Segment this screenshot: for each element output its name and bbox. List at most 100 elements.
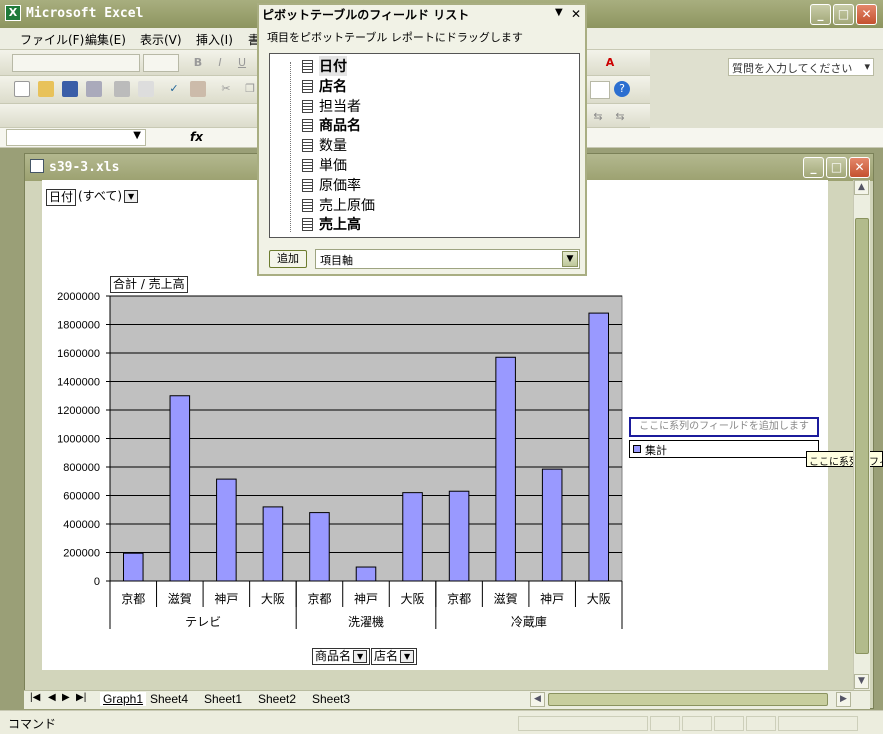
status-cell <box>650 716 680 731</box>
new-file-icon[interactable] <box>14 81 30 97</box>
pivot-field-list: ピボットテーブルのフィールド リスト ▼ ✕ 項目をピボットテーブル レポートに… <box>257 3 587 276</box>
scroll-up-icon[interactable]: ▲ <box>854 180 869 195</box>
vertical-scroll-thumb[interactable] <box>855 218 869 654</box>
minimize-icon[interactable]: _ <box>810 4 831 25</box>
font-name-combo[interactable] <box>12 54 140 72</box>
status-cell <box>746 716 776 731</box>
name-box[interactable]: ▼ <box>6 129 146 146</box>
bold-icon[interactable]: B <box>190 55 206 71</box>
tab-sheet3[interactable]: Sheet3 <box>312 692 350 706</box>
status-text: コマンド <box>8 717 57 731</box>
legend[interactable]: 集計 <box>629 440 819 458</box>
italic-icon[interactable]: I <box>212 55 228 71</box>
tab-sheet1[interactable]: Sheet1 <box>204 692 242 706</box>
dropdown-arrow-icon[interactable]: ▼ <box>353 650 368 663</box>
show-detail-icon[interactable]: ⇆ <box>590 109 606 125</box>
permission-icon[interactable] <box>86 81 102 97</box>
first-tab-icon[interactable]: |◀ <box>30 692 40 703</box>
field-icon <box>302 178 313 192</box>
status-cell <box>682 716 712 731</box>
y-tick-label: 200000 <box>63 548 100 560</box>
maximize-icon[interactable]: □ <box>833 4 854 25</box>
area-select-value: 項目軸 <box>320 254 353 267</box>
field-list: 日付 店名 担当者 商品名 数量 単価 原価率 売上原価 売上高 <box>269 53 580 238</box>
scroll-down-icon[interactable]: ▼ <box>854 674 869 689</box>
series-drop-zone[interactable]: ここに系列のフィールドを追加します <box>629 417 819 437</box>
function-icon[interactable]: fx <box>190 130 203 144</box>
font-size-combo[interactable] <box>143 54 179 72</box>
y-tick-label: 0 <box>94 576 100 588</box>
print-preview-icon[interactable] <box>138 81 154 97</box>
row-field-product[interactable]: 商品名 ▼ <box>312 648 371 665</box>
menu-edit[interactable]: 編集(E) <box>85 31 126 48</box>
tab-sheet4[interactable]: Sheet4 <box>150 692 188 706</box>
next-tab-icon[interactable]: ▶ <box>62 692 70 703</box>
add-button[interactable]: 追加 <box>269 250 307 268</box>
group-label: テレビ <box>185 615 221 629</box>
category-label: 神戸 <box>214 592 238 606</box>
category-label: 京都 <box>447 592 471 606</box>
last-tab-icon[interactable]: ▶| <box>76 692 86 703</box>
horizontal-scroll-thumb[interactable] <box>548 693 828 706</box>
underline-icon[interactable]: U <box>234 55 250 71</box>
menu-file[interactable]: ファイル(F) <box>20 31 84 48</box>
tab-graph1[interactable]: Graph1 <box>100 692 147 706</box>
copy-icon[interactable]: ❐ <box>242 81 258 97</box>
minimize-icon[interactable]: _ <box>803 157 824 178</box>
tab-sheet2[interactable]: Sheet2 <box>258 692 296 706</box>
research-icon[interactable] <box>190 81 206 97</box>
tooltip: ここに系列のフィ <box>806 451 883 467</box>
menu-insert[interactable]: 挿入(I) <box>196 31 233 48</box>
vertical-scrollbar[interactable]: ▲ ▼ <box>853 180 870 692</box>
row-field-store[interactable]: 店名 ▼ <box>371 648 418 665</box>
spelling-icon[interactable]: ✓ <box>166 81 182 97</box>
restore-icon[interactable]: □ <box>826 157 847 178</box>
y-tick-label: 400000 <box>63 519 100 531</box>
prev-tab-icon[interactable]: ◀ <box>48 692 56 703</box>
font-color-icon[interactable]: A <box>602 55 618 71</box>
bar <box>169 395 191 582</box>
hide-detail-icon[interactable]: ⇆ <box>612 109 628 125</box>
dropdown-arrow-icon[interactable]: ▼ <box>400 650 415 663</box>
menu-view[interactable]: 表示(V) <box>140 31 182 48</box>
field-icon <box>302 198 313 212</box>
category-label: 大阪 <box>401 592 425 606</box>
field-icon <box>302 60 313 73</box>
zoom-combo[interactable] <box>590 81 610 99</box>
dropdown-arrow-icon[interactable]: ▼ <box>124 190 139 203</box>
field-label: 売上高 <box>319 217 361 234</box>
bar <box>122 552 144 582</box>
bar <box>402 492 423 582</box>
data-field-button[interactable]: 合計 / 売上高 <box>110 276 188 293</box>
category-label: 滋賀 <box>168 592 192 606</box>
field-label: 日付 <box>319 56 347 76</box>
scroll-right-icon[interactable]: ▶ <box>836 692 851 707</box>
field-icon <box>302 79 313 93</box>
print-icon[interactable] <box>114 81 130 97</box>
chevron-down-icon[interactable]: ▼ <box>562 251 578 267</box>
open-folder-icon[interactable] <box>38 81 54 97</box>
cut-icon[interactable]: ✂ <box>218 81 234 97</box>
series-drop-hint: ここに系列のフィールドを追加します <box>639 421 809 432</box>
bar <box>216 478 237 582</box>
help-icon[interactable]: ? <box>614 81 630 97</box>
legend-swatch <box>633 445 641 453</box>
save-icon[interactable] <box>62 81 78 97</box>
close-icon[interactable]: ✕ <box>849 157 870 178</box>
y-tick-label: 1800000 <box>57 320 100 332</box>
chevron-down-icon[interactable]: ▼ <box>555 7 563 18</box>
status-cell <box>518 716 648 731</box>
scroll-left-icon[interactable]: ◀ <box>530 692 545 707</box>
y-tick-label: 2000000 <box>57 291 100 303</box>
chevron-down-icon[interactable]: ▾ <box>864 60 870 73</box>
close-icon[interactable]: ✕ <box>856 4 877 25</box>
page-field-value-box[interactable]: (すべて) ▼ <box>78 189 141 206</box>
horizontal-scrollbar[interactable]: ◀ ▶ <box>528 692 852 707</box>
help-search-input[interactable]: 質問を入力してください ▾ <box>728 58 874 76</box>
area-select[interactable]: 項目軸 ▼ <box>315 249 580 269</box>
chevron-down-icon[interactable]: ▼ <box>133 130 141 141</box>
category-label: 大阪 <box>261 592 285 606</box>
close-icon[interactable]: ✕ <box>571 7 581 21</box>
y-tick-label: 800000 <box>63 462 100 474</box>
page-field-date[interactable]: 日付 <box>46 189 77 206</box>
